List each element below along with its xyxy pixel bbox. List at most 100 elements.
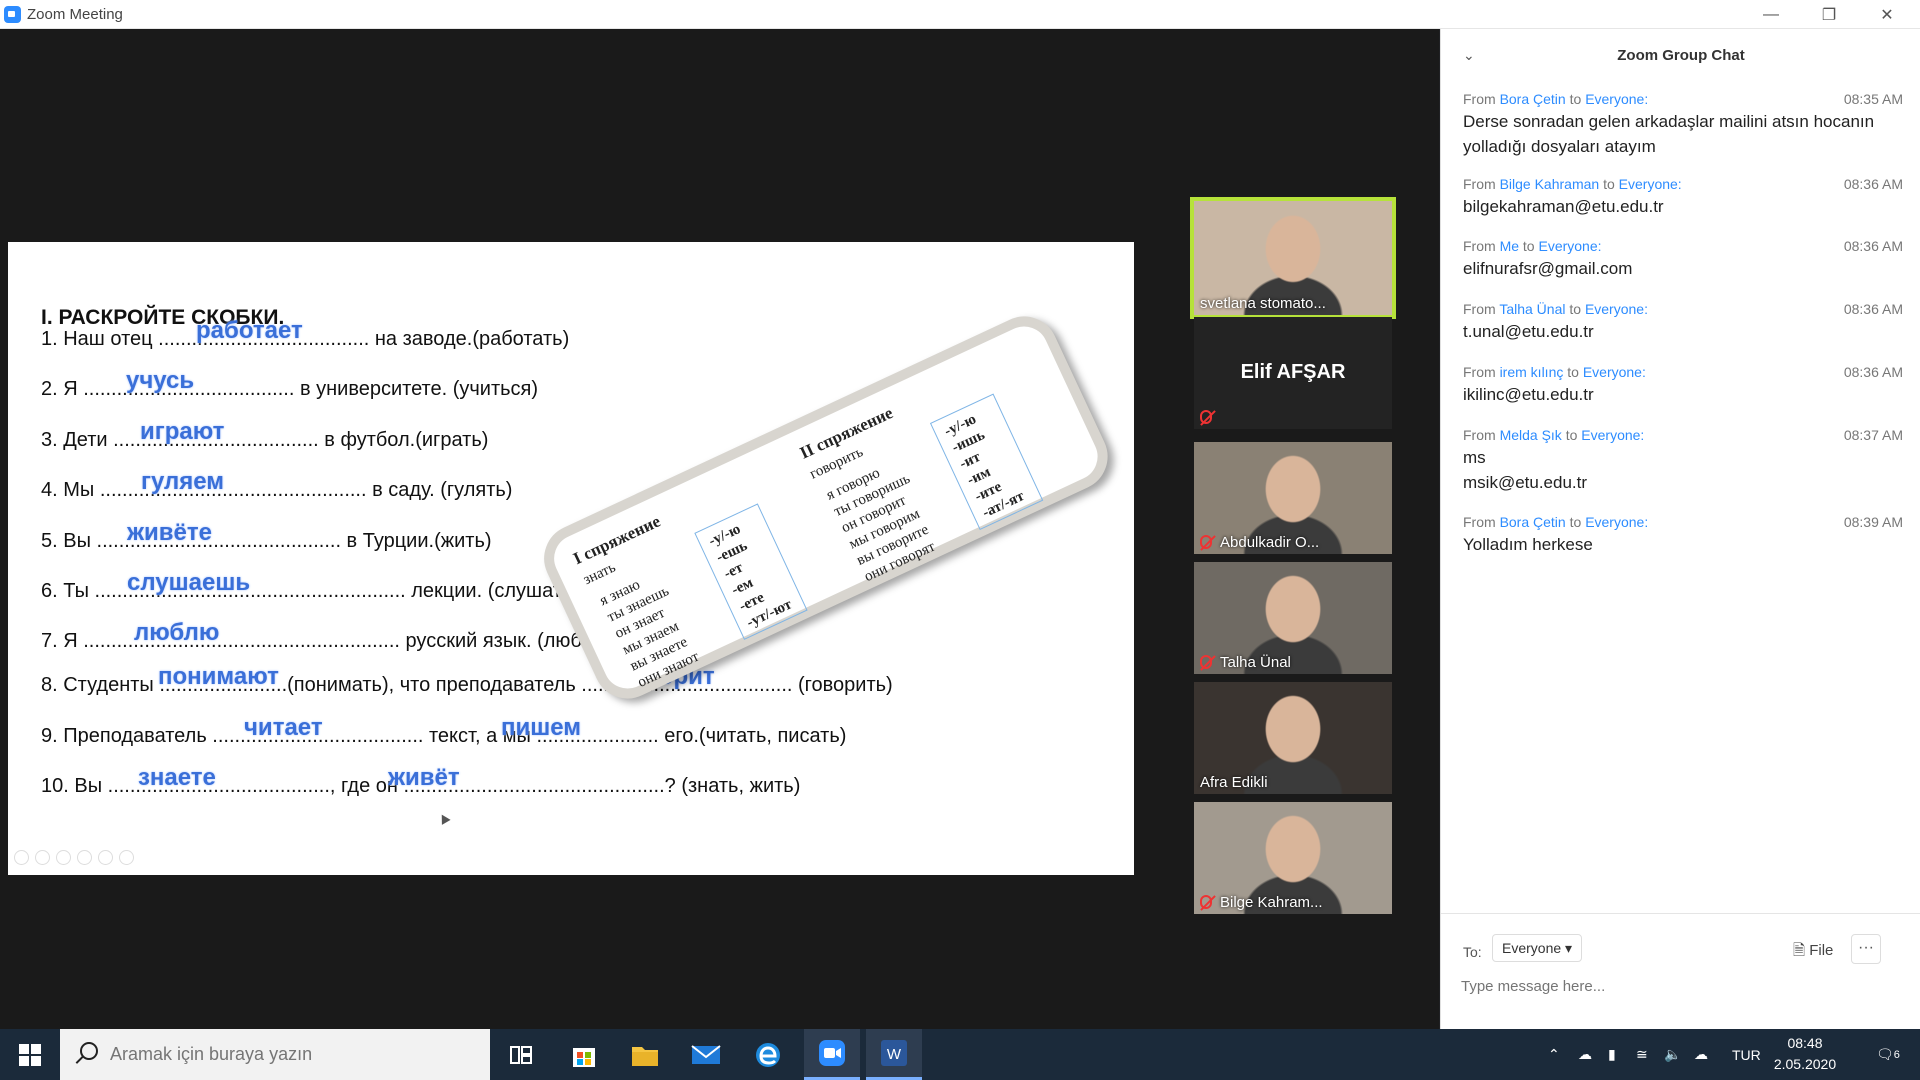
handwritten-answer: гуляем <box>141 468 225 495</box>
msg-text: bilgekahraman@etu.edu.tr <box>1463 197 1664 216</box>
zoom-icon[interactable] <box>98 850 113 865</box>
participant-tile[interactable]: Afra Edikli <box>1194 682 1392 794</box>
clock-time: 08:48 <box>1787 1035 1823 1051</box>
chat-message: From Bilge Kahraman to Everyone: 08:36 A… <box>1463 176 1903 219</box>
msg-from-label: From <box>1463 514 1496 530</box>
recipient-select[interactable]: Everyone ▾ <box>1492 934 1583 962</box>
msg-from-label: From <box>1463 364 1496 380</box>
msg-sender[interactable]: Bora Çetin <box>1500 91 1566 107</box>
msg-from-label: From <box>1463 91 1496 107</box>
msg-text: Yolladım herkese <box>1463 535 1593 554</box>
exercise-line: 6. Ты ..................................… <box>41 580 579 602</box>
chevron-down-icon: ▾ <box>1565 940 1573 956</box>
participant-tile[interactable]: Elif AFŞAR <box>1194 317 1392 429</box>
msg-recipient: Everyone: <box>1538 238 1602 254</box>
zoom-taskbar-button[interactable] <box>804 1029 860 1080</box>
more-options-button[interactable]: ··· <box>1851 934 1881 964</box>
store-button[interactable] <box>556 1029 612 1080</box>
chat-message: From irem kılınç to Everyone: 08:36 AM ik… <box>1463 364 1903 407</box>
title-bar: Zoom Meeting — ❐ ✕ <box>0 0 1920 29</box>
file-button[interactable]: 🗎 File <box>1793 940 1833 965</box>
mail-button[interactable] <box>678 1029 734 1080</box>
exercise-line: 3. Дети ................................… <box>41 429 489 451</box>
search-icon <box>80 1042 98 1060</box>
participant-tile[interactable]: Bilge Kahram... <box>1194 802 1392 914</box>
participant-name: Afra Edikli <box>1200 774 1268 791</box>
exercise-line: 7. Я ...................................… <box>41 630 620 652</box>
participant-tile[interactable]: Abdulkadir O... <box>1194 442 1392 554</box>
start-button[interactable] <box>0 1029 60 1080</box>
chat-message: From Talha Ünal to Everyone: 08:36 AM t.u… <box>1463 301 1903 344</box>
volume-icon[interactable]: 🔈 <box>1664 1029 1681 1080</box>
msg-to-label: to <box>1565 427 1578 443</box>
msg-to-label: to <box>1603 176 1615 192</box>
more-icon[interactable] <box>119 850 134 865</box>
handwritten-answer: живёте <box>127 519 212 546</box>
task-view-button[interactable] <box>493 1029 549 1080</box>
handwritten-answer: пишем <box>501 714 582 741</box>
msg-recipient: Everyone: <box>1585 514 1649 530</box>
msg-text: Derse sonradan gelen arkadaşlar mailini … <box>1463 112 1875 156</box>
handwritten-answer: люблю <box>134 619 220 646</box>
chat-message-meta: From Melda Şık to Everyone: 08:37 AM <box>1463 427 1903 443</box>
wifi-icon[interactable]: ≅ <box>1636 1029 1648 1080</box>
handwritten-answer: живёт <box>388 764 460 791</box>
participant-tile[interactable]: svetlana stomato... <box>1190 197 1396 319</box>
participant-name: svetlana stomato... <box>1200 295 1326 312</box>
participant-name: Talha Ünal <box>1220 654 1291 671</box>
msg-sender[interactable]: Bilge Kahraman <box>1500 176 1600 192</box>
file-icon: 🗎 <box>1793 942 1806 959</box>
taskbar-clock[interactable]: 08:48 2.05.2020 <box>1756 1033 1854 1075</box>
handwritten-answer: знаете <box>138 764 216 791</box>
msg-sender[interactable]: irem kılınç <box>1500 364 1564 380</box>
msg-sender[interactable]: Melda Şık <box>1500 427 1562 443</box>
chat-message-input[interactable] <box>1461 978 1901 995</box>
edge-button[interactable] <box>740 1029 796 1080</box>
show-hidden-icons-button[interactable]: ⌃ <box>1548 1029 1560 1080</box>
taskbar-search[interactable] <box>60 1029 490 1080</box>
handwritten-answer: учусь <box>126 367 195 394</box>
exercise-line: 4. Мы ..................................… <box>41 479 513 501</box>
chat-compose: To: Everyone ▾ 🗎 File ··· <box>1441 913 1920 1029</box>
notifications-button[interactable]: 🗨 6 <box>1876 1029 1900 1080</box>
msg-from-label: From <box>1463 301 1496 317</box>
participant-name: Abdulkadir O... <box>1220 534 1320 551</box>
cloud-upload-icon[interactable]: ☁ <box>1694 1029 1708 1080</box>
restore-button[interactable]: ❐ <box>1800 0 1858 29</box>
battery-icon[interactable]: ▮ <box>1608 1029 1616 1080</box>
svg-text:W: W <box>887 1046 902 1063</box>
msg-sender[interactable]: Me <box>1500 238 1519 254</box>
close-button[interactable]: ✕ <box>1858 0 1916 29</box>
chat-message-meta: From Bilge Kahraman to Everyone: 08:36 A… <box>1463 176 1903 192</box>
participant-tile[interactable]: Talha Ünal <box>1194 562 1392 674</box>
save-icon[interactable] <box>77 850 92 865</box>
onedrive-icon[interactable]: ☁ <box>1578 1029 1592 1080</box>
forward-icon[interactable] <box>35 850 50 865</box>
chat-title: Zoom Group Chat <box>1617 47 1745 64</box>
zoom-logo-icon <box>4 6 21 23</box>
exercise-line: 9. Преподаватель .......................… <box>41 725 847 747</box>
recipient-value: Everyone <box>1502 940 1562 956</box>
msg-time: 08:36 AM <box>1843 364 1903 380</box>
msg-time: 08:36 AM <box>1843 301 1903 317</box>
chat-panel: ⌄ Zoom Group Chat From Bora Çetin to Eve… <box>1440 29 1920 1029</box>
share-stage: I. РАСКРОЙТЕ СКОБКИ. 1. Наш отец .......… <box>0 29 1439 1029</box>
chat-message-meta: From Bora Çetin to Everyone: 08:39 AM <box>1463 514 1903 530</box>
exercise-line: 2. Я ...................................… <box>41 378 539 400</box>
notification-count: 6 <box>1893 1048 1900 1061</box>
pen-icon[interactable] <box>56 850 71 865</box>
back-icon[interactable] <box>14 850 29 865</box>
file-explorer-button[interactable] <box>617 1029 673 1080</box>
msg-sender[interactable]: Bora Çetin <box>1500 514 1566 530</box>
conjugation-card: I спряжение знать я знаю ты знаешь он знает м… <box>533 305 1119 710</box>
msg-to-label: to <box>1569 514 1582 530</box>
taskbar-search-input[interactable] <box>110 1029 480 1080</box>
chat-message: From Me to Everyone: 08:36 AM elifnurafsr… <box>1463 238 1903 281</box>
minimize-button[interactable]: — <box>1742 0 1800 29</box>
msg-from-label: From <box>1463 176 1496 192</box>
word-taskbar-button[interactable]: W <box>866 1029 922 1080</box>
muted-mic-icon <box>1200 535 1212 549</box>
task-view-icon <box>510 1045 532 1064</box>
msg-time: 08:35 AM <box>1843 91 1903 107</box>
msg-sender[interactable]: Talha Ünal <box>1499 301 1565 317</box>
